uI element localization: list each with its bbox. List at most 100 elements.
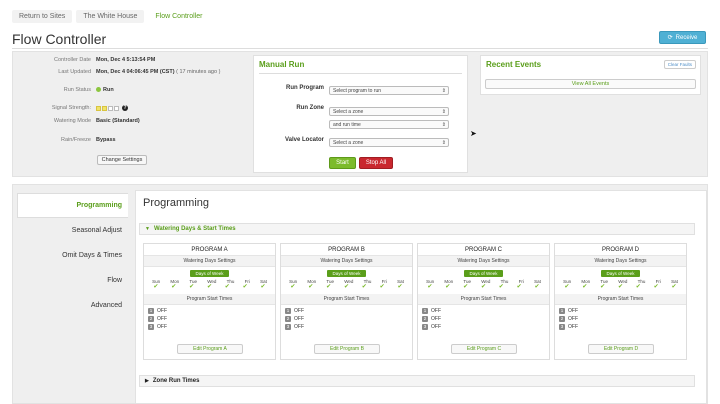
watering-mode-row: Watering Mode Basic (Standard) xyxy=(16,118,140,124)
last-updated-row: Last Updated Mon, Dec 4 04:06:45 PM (CST… xyxy=(16,69,220,75)
check-icon: ✔ xyxy=(463,284,469,290)
days-row: Sun Mon Tue Wed Thu Fri Sat xyxy=(418,277,549,284)
nav-omit-days-times[interactable]: Omit Days & Times xyxy=(17,243,128,268)
program-title: PROGRAM B xyxy=(281,244,412,256)
check-icon: ✔ xyxy=(326,284,332,290)
breadcrumb-return-to-sites[interactable]: Return to Sites xyxy=(12,10,73,23)
edit-program-button[interactable]: Edit Program B xyxy=(314,344,380,354)
start-time-value: OFF xyxy=(431,324,441,330)
start-time-value: OFF xyxy=(568,308,578,314)
nav-seasonal-adjust[interactable]: Seasonal Adjust xyxy=(17,218,128,243)
divider xyxy=(259,73,462,74)
run-time-select[interactable]: and run time ⇕ xyxy=(329,120,449,129)
check-icon: ✔ xyxy=(242,284,248,290)
last-updated-time: Mon, Dec 4 04:06:45 PM (CST) xyxy=(96,69,175,75)
check-icon: ✔ xyxy=(498,284,504,290)
nav-flow[interactable]: Flow xyxy=(17,268,128,293)
nav-advanced[interactable]: Advanced xyxy=(17,293,128,318)
programs-grid: PROGRAM A Watering Days Settings Days of W… xyxy=(143,243,687,360)
breadcrumb: Return to Sites The White House Flow Con… xyxy=(12,10,210,23)
change-settings-button[interactable]: Change Settings xyxy=(97,155,147,165)
check-icon: ✔ xyxy=(635,284,641,290)
programming-title: Programming xyxy=(143,197,210,209)
run-status-text: Run xyxy=(103,87,114,93)
edit-program-button[interactable]: Edit Program A xyxy=(177,344,243,354)
edit-program-button[interactable]: Edit Program C xyxy=(451,344,517,354)
start-time-number: 3 xyxy=(559,324,565,330)
check-icon: ✔ xyxy=(379,284,385,290)
start-times-list: 1 OFF 2 OFF 3 OFF xyxy=(555,305,686,335)
breadcrumb-site[interactable]: The White House xyxy=(76,10,145,23)
start-time-number: 2 xyxy=(422,316,428,322)
day-checks-row: ✔ ✔ ✔ ✔ ✔ ✔ ✔ xyxy=(281,284,412,294)
days-of-week-badge: Days of Week xyxy=(464,270,503,277)
receive-label: Receive xyxy=(675,34,698,41)
run-program-label: Run Program xyxy=(285,85,324,91)
stop-all-button[interactable]: Stop All xyxy=(359,157,393,169)
run-program-select[interactable]: Select program to run ⇕ xyxy=(329,86,449,95)
start-time-value: OFF xyxy=(294,324,304,330)
valve-locator-select[interactable]: Select a zone ⇕ xyxy=(329,138,449,147)
program-start-times-header: Program Start Times xyxy=(281,294,412,305)
check-icon: ✔ xyxy=(534,284,540,290)
check-icon: ✔ xyxy=(171,284,177,290)
view-all-events-button[interactable]: View All Events xyxy=(485,79,696,89)
watering-days-section-header[interactable]: ▼ Watering Days & Start Times xyxy=(139,223,695,235)
start-button[interactable]: Start xyxy=(329,157,356,169)
mouse-cursor-icon: ➤ xyxy=(470,129,477,138)
program-start-times-header: Program Start Times xyxy=(555,294,686,305)
clear-faults-button[interactable]: Clear Faults xyxy=(663,60,696,69)
program-card: PROGRAM C Watering Days Settings Days of W… xyxy=(417,243,550,360)
section-title: Watering Days & Start Times xyxy=(153,226,236,232)
refresh-icon: ⟳ xyxy=(667,35,673,41)
last-updated-ago: ( 17 minutes ago ) xyxy=(176,69,221,75)
start-time-number: 1 xyxy=(422,308,428,314)
select-arrow-icon: ⇕ xyxy=(441,121,446,128)
watering-days-settings-header: Watering Days Settings xyxy=(281,256,412,267)
select-text: Select a zone xyxy=(333,108,364,115)
start-time-value: OFF xyxy=(157,308,167,314)
day-checks-row: ✔ ✔ ✔ ✔ ✔ ✔ ✔ xyxy=(555,284,686,294)
day-checks-row: ✔ ✔ ✔ ✔ ✔ ✔ ✔ xyxy=(418,284,549,294)
info-label: Rain/Freeze xyxy=(61,137,91,143)
program-start-times-header: Program Start Times xyxy=(418,294,549,305)
day-checks-row: ✔ ✔ ✔ ✔ ✔ ✔ ✔ xyxy=(144,284,275,294)
help-icon[interactable]: ? xyxy=(122,105,128,111)
zone-run-times-section-header[interactable]: ▶ Zone Run Times xyxy=(139,375,695,387)
start-time-value: OFF xyxy=(568,324,578,330)
start-time-number: 2 xyxy=(148,316,154,322)
start-time-row: 3 OFF xyxy=(559,324,682,330)
check-icon: ✔ xyxy=(153,284,159,290)
start-time-row: 1 OFF xyxy=(422,308,545,314)
info-label: Run Status xyxy=(63,87,91,93)
program-title: PROGRAM D xyxy=(555,244,686,256)
controller-date-value: Mon, Dec 4 5:13:54 PM xyxy=(96,57,156,63)
days-of-week-badge: Days of Week xyxy=(601,270,640,277)
side-navigation: Programming Seasonal Adjust Omit Days & … xyxy=(17,193,128,318)
receive-button[interactable]: ⟳ Receive xyxy=(659,31,706,44)
check-icon: ✔ xyxy=(600,284,606,290)
check-icon: ✔ xyxy=(671,284,677,290)
watering-days-settings-header: Watering Days Settings xyxy=(555,256,686,267)
start-time-value: OFF xyxy=(294,316,304,322)
info-label: Signal Strength: xyxy=(51,105,91,112)
nav-programming[interactable]: Programming xyxy=(17,193,128,218)
program-card: PROGRAM A Watering Days Settings Days of W… xyxy=(143,243,276,360)
check-icon: ✔ xyxy=(427,284,433,290)
start-time-value: OFF xyxy=(431,316,441,322)
start-time-value: OFF xyxy=(568,316,578,322)
signal-strength-icon: ? xyxy=(96,105,128,111)
start-time-value: OFF xyxy=(157,316,167,322)
edit-program-button[interactable]: Edit Program D xyxy=(588,344,654,354)
start-time-value: OFF xyxy=(157,324,167,330)
status-dot-icon xyxy=(96,87,101,93)
days-of-week-badge: Days of Week xyxy=(327,270,366,277)
run-zone-select[interactable]: Select a zone ⇕ xyxy=(329,107,449,116)
check-icon: ✔ xyxy=(653,284,659,290)
last-updated-value: Mon, Dec 4 04:06:45 PM (CST) ( 17 minute… xyxy=(96,69,220,75)
run-zone-label: Run Zone xyxy=(296,105,324,111)
check-icon: ✔ xyxy=(189,284,195,290)
check-icon: ✔ xyxy=(224,284,230,290)
signal-strength-row: Signal Strength: ? xyxy=(16,105,128,111)
check-icon: ✔ xyxy=(343,284,349,290)
